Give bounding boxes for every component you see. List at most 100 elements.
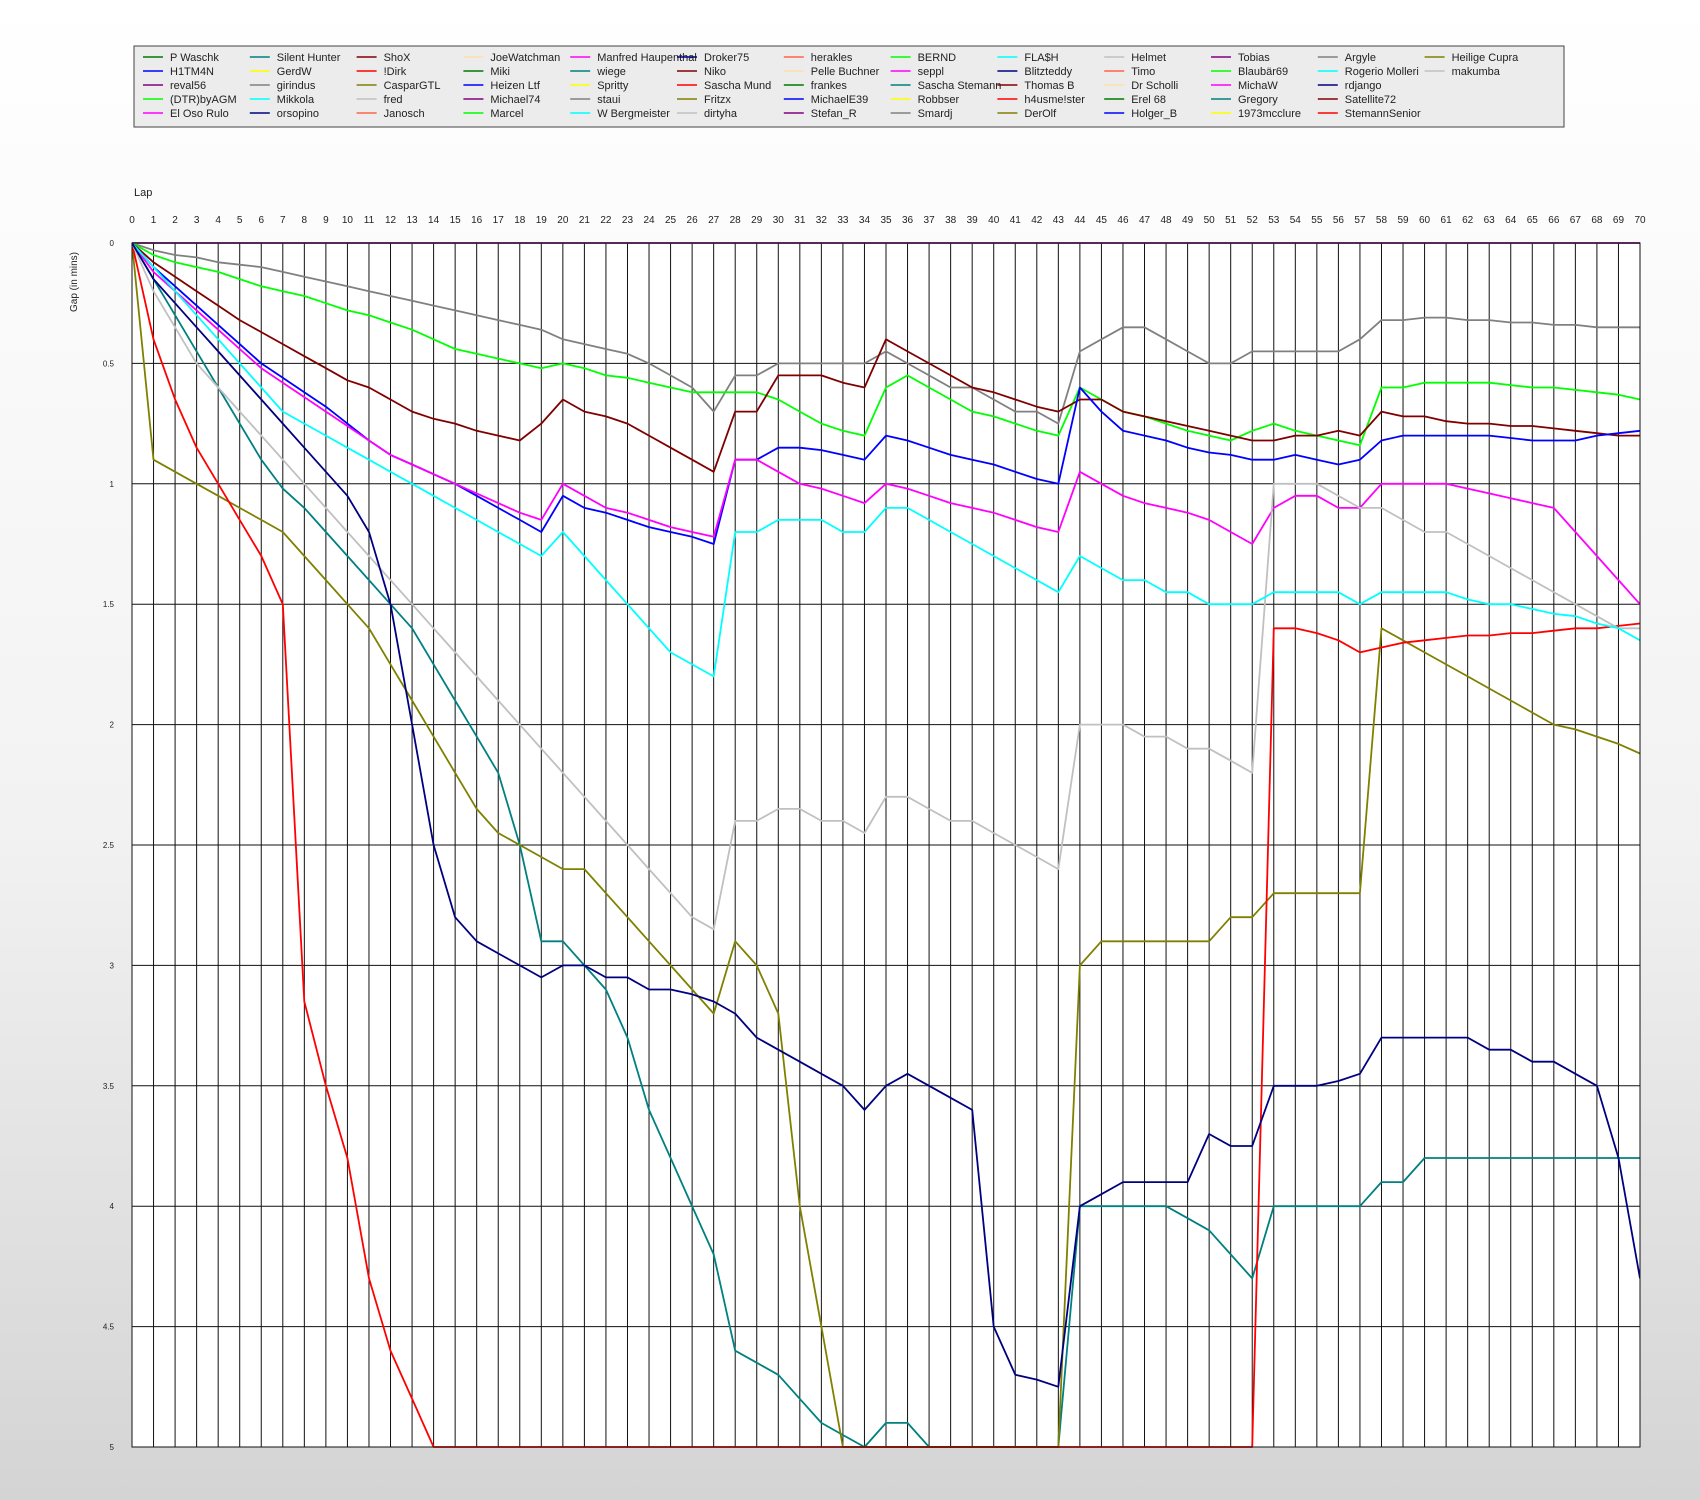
lap-gap-chart: P Waschk H1TM4N reval56 (DTR)byAGM El Oso Ru…: [69, 45, 1646, 1452]
x-tick-label: 65: [1527, 215, 1539, 226]
legend-label: Argyle: [1345, 52, 1376, 64]
x-tick-label: 40: [988, 215, 1000, 226]
x-tick-label: 42: [1031, 215, 1043, 226]
legend-label: ShoX: [384, 52, 412, 64]
x-tick-label: 26: [687, 215, 699, 226]
legend-label: 1973mcclure: [1238, 108, 1301, 120]
legend-label: Marcel: [490, 108, 523, 120]
x-tick-label: 36: [902, 215, 914, 226]
x-tick-label: 27: [708, 215, 720, 226]
legend-label: El Oso Rulo: [170, 108, 229, 120]
legend-label: Spritty: [597, 80, 629, 92]
legend-label: Satellite72: [1345, 94, 1396, 106]
x-tick-label: 24: [643, 215, 655, 226]
legend-label: orsopino: [277, 108, 319, 120]
x-tick-label: 37: [924, 215, 936, 226]
legend-label: Droker75: [704, 52, 749, 64]
y-tick-label: 3.5: [103, 1082, 115, 1091]
legend-label: BERND: [918, 52, 957, 64]
y-axis-label: Gap (in mins): [69, 252, 80, 312]
x-tick-label: 52: [1247, 215, 1259, 226]
legend-label: Pelle Buchner: [811, 66, 880, 78]
legend-label: Smardj: [918, 108, 953, 120]
x-tick-label: 3: [194, 215, 200, 226]
x-tick-label: 53: [1268, 215, 1280, 226]
legend-label: Blitzteddy: [1024, 66, 1072, 78]
legend-label: Robbser: [918, 94, 960, 106]
legend-label: GerdW: [277, 66, 312, 78]
x-tick-label: 30: [773, 215, 785, 226]
x-tick-label: 56: [1333, 215, 1345, 226]
x-tick-label: 1: [151, 215, 157, 226]
legend-label: Helmet: [1131, 52, 1166, 64]
legend-label: Manfred Haupenthal: [597, 52, 697, 64]
x-tick-label: 4: [215, 215, 221, 226]
y-tick-label: 5: [110, 1443, 115, 1452]
legend-label: Miki: [490, 66, 510, 78]
legend-label: dirtyha: [704, 108, 738, 120]
x-tick-label: 38: [945, 215, 957, 226]
legend-label: girindus: [277, 80, 316, 92]
legend-label: H1TM4N: [170, 66, 214, 78]
y-tick-label: 0: [110, 239, 115, 248]
legend-label: JoeWatchman: [490, 52, 560, 64]
legend-label: Heizen Ltf: [490, 80, 540, 92]
x-tick-label: 20: [557, 215, 569, 226]
x-tick-label: 7: [280, 215, 286, 226]
legend-label: h4usme!ster: [1024, 94, 1085, 106]
x-tick-label: 61: [1441, 215, 1453, 226]
x-tick-label: 25: [665, 215, 677, 226]
legend-label: Stefan_R: [811, 108, 857, 120]
plot-area: 0 1 2 3 4 5 6 7 8 9 10 11 12 13 14 15 16 17 18 19 20 21 22 23 24…: [103, 215, 1646, 1452]
legend-label: seppl: [918, 66, 944, 78]
x-tick-label: 9: [323, 215, 329, 226]
x-tick-label: 41: [1010, 215, 1022, 226]
legend-label: Fritzx: [704, 94, 731, 106]
x-tick-label: 39: [967, 215, 979, 226]
y-tick-label: 3: [110, 961, 115, 970]
x-tick-label: 5: [237, 215, 243, 226]
x-tick-label: 28: [730, 215, 742, 226]
x-tick-label: 69: [1613, 215, 1625, 226]
x-tick-label: 29: [751, 215, 763, 226]
legend-label: Heilige Cupra: [1452, 52, 1520, 64]
x-tick-label: 44: [1074, 215, 1086, 226]
x-tick-label: 67: [1570, 215, 1582, 226]
x-tick-label: 18: [514, 215, 526, 226]
x-tick-label: 51: [1225, 215, 1237, 226]
x-tick-label: 70: [1634, 215, 1646, 226]
legend-label: P Waschk: [170, 52, 219, 64]
legend-label: Holger_B: [1131, 108, 1177, 120]
x-tick-label: 64: [1505, 215, 1517, 226]
legend-label: CasparGTL: [384, 80, 441, 92]
x-tick-label: 35: [880, 215, 892, 226]
x-axis-label: Lap: [134, 187, 152, 199]
x-tick-label: 47: [1139, 215, 1151, 226]
legend-label: reval56: [170, 80, 206, 92]
x-tick-label: 32: [816, 215, 828, 226]
x-tick-label: 55: [1311, 215, 1323, 226]
legend-label: W Bergmeister: [597, 108, 670, 120]
legend-label: fred: [384, 94, 403, 106]
x-tick-label: 68: [1591, 215, 1603, 226]
x-tick-label: 10: [342, 215, 354, 226]
legend-label: MichaelE39: [811, 94, 868, 106]
x-tick-label: 21: [579, 215, 591, 226]
y-tick-label: 4.5: [103, 1323, 115, 1332]
x-tick-label: 57: [1354, 215, 1366, 226]
x-tick-label: 54: [1290, 215, 1302, 226]
y-tick-label: 2: [110, 721, 115, 730]
legend-label: Tobias: [1238, 52, 1270, 64]
x-tick-label: 62: [1462, 215, 1474, 226]
x-tick-label: 2: [172, 215, 178, 226]
x-tick-label: 46: [1117, 215, 1129, 226]
legend-label: wiege: [596, 66, 626, 78]
legend-label: herakles: [811, 52, 853, 64]
x-tick-label: 13: [406, 215, 418, 226]
x-tick-label: 45: [1096, 215, 1108, 226]
legend-label: Erel 68: [1131, 94, 1166, 106]
legend-label: Rogerio Molleri: [1345, 66, 1419, 78]
legend-label: MichaW: [1238, 80, 1278, 92]
x-tick-label: 14: [428, 215, 440, 226]
legend-label: (DTR)byAGM: [170, 94, 237, 106]
